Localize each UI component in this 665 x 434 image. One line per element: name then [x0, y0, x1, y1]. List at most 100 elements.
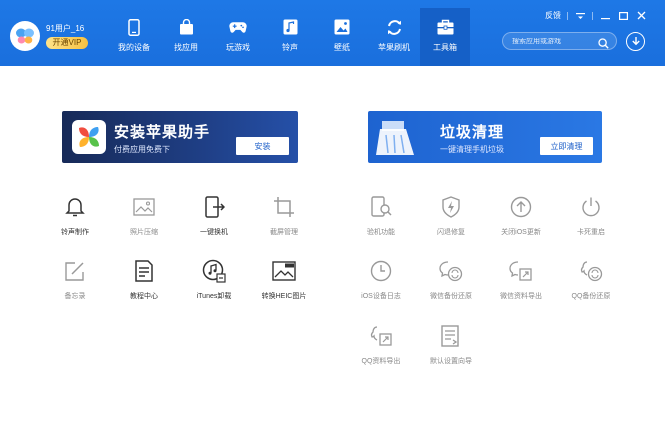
crop-icon — [272, 195, 296, 219]
feedback-link[interactable]: 反馈 — [545, 10, 561, 21]
search-box[interactable] — [502, 32, 617, 50]
nav-flash[interactable]: 苹果刷机 — [368, 8, 420, 66]
itunes-icon — [202, 259, 226, 283]
close-icon[interactable] — [635, 11, 647, 21]
user-panel[interactable]: 91用户_16 开通VIP — [10, 18, 88, 54]
tool-label: 微信资料导出 — [500, 293, 542, 300]
tool-label: 卡死重启 — [577, 229, 605, 236]
tool-label: iOS设备日志 — [361, 293, 401, 300]
settings-guide-icon — [439, 324, 463, 348]
butterfly-icon — [16, 28, 34, 44]
tool-label: 教程中心 — [130, 293, 158, 300]
nav-my-device[interactable]: 我的设备 — [108, 8, 160, 66]
install-assistant-banner[interactable]: 安装苹果助手 付费应用免费下 安装 — [62, 111, 298, 163]
main-nav: 我的设备 找应用 玩游戏 铃声 壁纸 苹果刷机 工具箱 — [108, 8, 470, 66]
tool-qq-backup[interactable]: QQ备份还原 — [558, 259, 624, 301]
top-bar: 91用户_16 开通VIP 我的设备 找应用 玩游戏 铃声 壁纸 苹果刷机 工具… — [0, 0, 665, 66]
junk-clean-banner[interactable]: 垃圾清理 一键清理手机垃圾 立即清理 — [368, 111, 602, 163]
minimize-icon[interactable] — [599, 11, 611, 21]
tool-disable-ios-update[interactable]: 关闭iOS更新 — [488, 195, 554, 237]
vip-badge[interactable]: 开通VIP — [46, 36, 88, 49]
tool-device-inspect[interactable]: 验机功能 — [348, 195, 414, 237]
tool-label: QQ备份还原 — [571, 293, 611, 300]
tool-wechat-export[interactable]: 微信资料导出 — [488, 259, 554, 301]
heic-icon — [272, 259, 296, 283]
tool-label: QQ资料导出 — [361, 358, 401, 365]
nav-play-games[interactable]: 玩游戏 — [212, 8, 264, 66]
gamepad-icon — [229, 18, 247, 36]
tool-label: 备忘录 — [64, 293, 86, 300]
tool-label: 验机功能 — [367, 229, 395, 236]
nav-label: 玩游戏 — [226, 43, 250, 52]
banner-title: 垃圾清理 — [440, 124, 505, 141]
nav-label: 苹果刷机 — [378, 43, 410, 52]
tool-itunes-uninstall[interactable]: iTunes卸载 — [181, 259, 247, 301]
tool-wechat-backup[interactable]: 微信备份还原 — [418, 259, 484, 301]
nav-toolbox[interactable]: 工具箱 — [420, 8, 470, 66]
app-assistant-icon — [72, 120, 106, 154]
wechat-backup-icon — [439, 259, 463, 283]
nav-label: 壁纸 — [334, 43, 350, 52]
tool-ios-device-log[interactable]: iOS设备日志 — [348, 259, 414, 301]
refresh-icon — [385, 18, 403, 36]
wechat-export-icon — [509, 259, 533, 283]
window-controls: 反馈 — [545, 10, 647, 21]
tool-label: 关闭iOS更新 — [501, 229, 541, 236]
banner-subtitle: 付费应用免费下 — [114, 145, 170, 154]
tool-label: 闪退修复 — [437, 229, 465, 236]
tool-label: 一键换机 — [200, 229, 228, 236]
tool-label: 转换HEIC图片 — [261, 293, 307, 300]
transfer-icon — [202, 195, 226, 219]
divider — [592, 11, 593, 20]
shield-icon — [439, 195, 463, 219]
upload-icon — [509, 195, 533, 219]
power-icon — [579, 195, 603, 219]
photo-icon — [132, 195, 156, 219]
document-icon — [132, 259, 156, 283]
tool-crash-repair[interactable]: 闪退修复 — [418, 195, 484, 237]
tool-qq-export[interactable]: QQ资料导出 — [348, 324, 414, 366]
maximize-icon[interactable] — [617, 11, 629, 21]
app-window: 91用户_16 开通VIP 我的设备 找应用 玩游戏 铃声 壁纸 苹果刷机 工具… — [0, 0, 665, 434]
banner-subtitle: 一键清理手机垃圾 — [440, 145, 504, 154]
tool-memo[interactable]: 备忘录 — [42, 259, 108, 301]
bell-icon — [63, 195, 87, 219]
menu-icon[interactable] — [574, 11, 586, 21]
memo-icon — [63, 259, 87, 283]
tool-heic-convert[interactable]: 转换HEIC图片 — [251, 259, 317, 301]
divider — [567, 11, 568, 20]
tool-screenshot-manage[interactable]: 截屏管理 — [251, 195, 317, 237]
inspect-icon — [369, 195, 393, 219]
tool-ringtone-maker[interactable]: 铃声制作 — [42, 195, 108, 237]
download-icon[interactable] — [626, 32, 645, 51]
nav-label: 铃声 — [282, 43, 298, 52]
tool-default-settings-guide[interactable]: 默认设置向导 — [418, 324, 484, 366]
nav-find-apps[interactable]: 找应用 — [160, 8, 212, 66]
qq-export-icon — [369, 324, 393, 348]
image-icon — [333, 18, 351, 36]
nav-label: 我的设备 — [118, 43, 150, 52]
tool-label: 铃声制作 — [61, 229, 89, 236]
search-input[interactable] — [512, 37, 594, 45]
toolbox-icon — [436, 18, 454, 36]
tool-label: iTunes卸载 — [196, 293, 232, 300]
tool-tutorial-center[interactable]: 教程中心 — [111, 259, 177, 301]
phone-icon — [125, 18, 143, 36]
avatar[interactable] — [10, 21, 40, 51]
tool-photo-compress[interactable]: 照片压缩 — [111, 195, 177, 237]
username: 91用户_16 — [46, 23, 85, 33]
nav-label: 工具箱 — [433, 43, 457, 52]
nav-label: 找应用 — [174, 43, 198, 52]
clean-now-button[interactable]: 立即清理 — [540, 137, 593, 155]
install-button[interactable]: 安装 — [236, 137, 289, 155]
nav-ringtones[interactable]: 铃声 — [264, 8, 316, 66]
tool-phone-switch[interactable]: 一键换机 — [181, 195, 247, 237]
tool-force-restart[interactable]: 卡死重启 — [558, 195, 624, 237]
tool-label: 截屏管理 — [270, 229, 298, 236]
broom-icon — [374, 115, 422, 159]
music-icon — [281, 18, 299, 36]
banner-title: 安装苹果助手 — [114, 124, 211, 141]
tool-label: 照片压缩 — [130, 229, 158, 236]
search-icon[interactable] — [598, 36, 609, 54]
nav-wallpapers[interactable]: 壁纸 — [316, 8, 368, 66]
